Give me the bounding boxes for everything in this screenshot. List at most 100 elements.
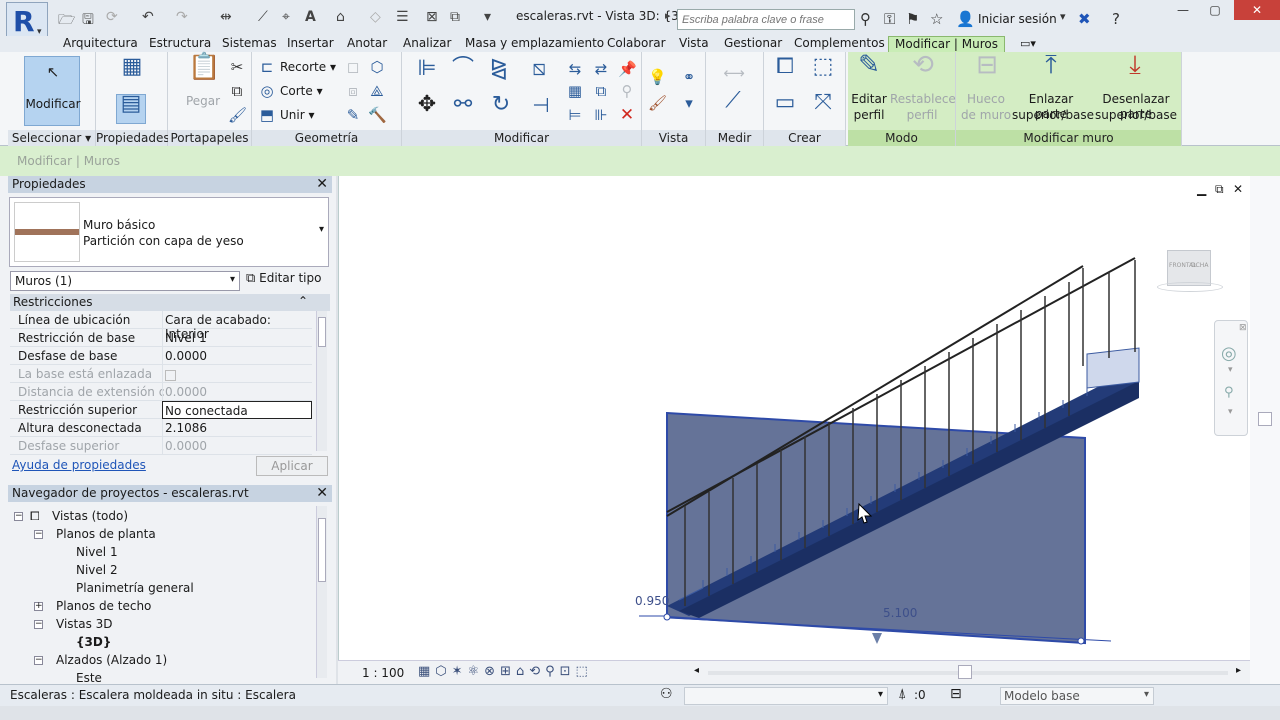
tab-analizar[interactable]: Analizar xyxy=(397,36,457,53)
demolish-icon[interactable]: ⧈ xyxy=(344,82,362,100)
trim-multiple-icon[interactable]: ⊪ xyxy=(592,106,610,124)
reset-profile-button[interactable]: ⟲ Restablecer perfil xyxy=(890,52,961,130)
create-parts-icon[interactable]: ⬚ xyxy=(808,56,838,88)
type-properties-icon[interactable]: ▦ xyxy=(118,56,146,86)
scroll-left-icon[interactable]: ◂ xyxy=(694,665,699,676)
scale-icon[interactable]: ⧉ xyxy=(592,82,610,100)
redo-icon[interactable]: ↷ xyxy=(176,9,188,25)
properties-palette-icon[interactable]: ▤ xyxy=(116,93,146,124)
tab-arquitectura[interactable]: Arquitectura xyxy=(57,36,144,53)
wall-opening-button[interactable]: ⊟ Hueco de muro xyxy=(960,52,1012,130)
view-scale[interactable]: 1 : 100 xyxy=(362,666,404,680)
binoculars-icon[interactable]: ⚲ xyxy=(860,10,871,28)
zoom-icon[interactable]: ⚲ xyxy=(1224,385,1234,400)
hammer-icon[interactable]: 🔨 xyxy=(368,106,387,124)
delete-icon[interactable]: ✕ xyxy=(618,106,636,124)
ribbon-minimize-icon[interactable]: ▭▾ xyxy=(1014,36,1042,53)
tree-node-site-plan[interactable]: Planimetría general xyxy=(76,581,194,595)
pin-icon[interactable]: 📌 xyxy=(618,60,637,78)
align-icon[interactable]: ⊫ xyxy=(414,58,440,86)
tree-node-nivel-2[interactable]: Nivel 2 xyxy=(76,563,118,577)
switch-windows-icon[interactable]: ⧉ xyxy=(450,9,460,25)
tab-sistemas[interactable]: Sistemas xyxy=(216,36,283,53)
design-options-icon[interactable]: ⊟ xyxy=(950,686,962,702)
viewcube[interactable]: FRONTAL DCHA xyxy=(1157,246,1223,294)
element-filter-select[interactable]: Muros (1) ▾ xyxy=(10,271,240,291)
close-button[interactable]: ✕ xyxy=(1234,0,1280,20)
close-icon[interactable]: ✕ xyxy=(316,485,328,502)
prop-row-base-constraint[interactable]: Restricción de base Nivel 1 xyxy=(10,329,312,347)
mirror-draw-icon[interactable]: ⧅ xyxy=(526,58,552,86)
split-gap-icon[interactable]: ⇄ xyxy=(592,60,610,78)
prop-row-top-constraint[interactable]: Restricción superior No conectada xyxy=(10,401,312,419)
split-element-icon[interactable]: ⇆ xyxy=(566,60,584,78)
properties-help-link[interactable]: Ayuda de propiedades xyxy=(12,458,146,472)
view-dropdown-icon[interactable]: ▾ xyxy=(680,94,698,112)
properties-scrollbar[interactable] xyxy=(316,311,327,451)
workset-select[interactable]: ▾ xyxy=(684,687,888,705)
text-icon[interactable]: A xyxy=(305,9,316,25)
cut-label[interactable]: Corte ▾ xyxy=(280,84,323,98)
wall-joins-icon[interactable]: ⟁ xyxy=(368,82,386,100)
view-controls-icons[interactable]: ▦⬡✶⚛⊗⊞⌂⟲⚲⊡⬚ xyxy=(418,664,593,679)
sync-icon[interactable]: ⟳ xyxy=(106,9,118,25)
tab-anotar[interactable]: Anotar xyxy=(341,36,393,53)
tab-estructura[interactable]: Estructura xyxy=(143,36,217,53)
tab-masa[interactable]: Masa y emplazamiento xyxy=(459,36,610,53)
horizontal-scroll-thumb[interactable] xyxy=(958,665,972,679)
paste-icon[interactable]: 📋 xyxy=(188,54,220,88)
tab-vista[interactable]: Vista xyxy=(673,36,715,53)
measure-between-icon[interactable]: ⟷ xyxy=(714,64,754,82)
undo-icon[interactable]: ↶ xyxy=(142,9,154,25)
apply-button[interactable]: Aplicar xyxy=(256,456,328,476)
prop-row-base-offset[interactable]: Desfase de base 0.0000 xyxy=(10,347,312,365)
scroll-right-icon[interactable]: ▸ xyxy=(1236,665,1241,676)
cope-icon[interactable]: ⊏ xyxy=(258,58,276,76)
dimension-left-value[interactable]: 0.950 xyxy=(635,594,669,608)
detach-top-base-button[interactable]: ⤓ Desenlazar parte superior/base xyxy=(1090,52,1182,130)
help-icon[interactable]: ? xyxy=(1112,10,1120,28)
tree-node-3d-active[interactable]: {3D} xyxy=(76,635,111,649)
tab-insertar[interactable]: Insertar xyxy=(281,36,340,53)
match-properties-icon[interactable]: 🖌 xyxy=(228,106,247,124)
tree-node-nivel-1[interactable]: Nivel 1 xyxy=(76,545,118,559)
dimension-bottom-value[interactable]: 5.100 xyxy=(883,606,917,620)
communication-icon[interactable]: ⚑ xyxy=(906,10,919,28)
edit-profile-button[interactable]: ✎ Editar perfil xyxy=(848,52,890,130)
subscription-icon[interactable]: ⚿ xyxy=(884,10,895,28)
edit-type-button[interactable]: ⧉ Editar tipo xyxy=(246,271,321,286)
create-assembly-icon[interactable]: ⧠ xyxy=(770,56,800,88)
search-input[interactable] xyxy=(677,9,855,30)
thin-lines-icon[interactable]: ☰ xyxy=(396,9,409,25)
tab-gestionar[interactable]: Gestionar xyxy=(718,36,788,53)
linework-icon[interactable]: ✎ xyxy=(344,106,362,124)
array-icon[interactable]: ▦ xyxy=(566,82,584,100)
split-face-icon[interactable]: ◻ xyxy=(344,58,362,76)
chevron-down-icon[interactable]: ▾ xyxy=(1228,407,1233,417)
rotate-icon[interactable]: ↻ xyxy=(488,94,514,122)
close-hidden-icon[interactable]: ⊠ xyxy=(426,9,438,25)
exchange-apps-icon[interactable]: ✖ xyxy=(1078,10,1091,28)
prop-row-location-line[interactable]: Línea de ubicación Cara de acabado: Inter… xyxy=(10,311,312,341)
prop-row-unconnected-height[interactable]: Altura desconectada 2.1086 xyxy=(10,419,312,437)
trim-extend-icon[interactable]: ⊣ xyxy=(528,95,554,122)
chevron-down-icon[interactable]: ▾ xyxy=(1228,365,1233,375)
join-icon[interactable]: ⬒ xyxy=(258,106,276,124)
chevron-down-icon[interactable]: ▾ xyxy=(319,224,324,235)
customize-toolbar-icon[interactable]: ▾ xyxy=(484,9,491,25)
design-option-select[interactable]: Modelo base ▾ xyxy=(1000,687,1154,705)
top-constraint-field[interactable]: No conectada xyxy=(162,401,312,419)
cope-label[interactable]: Recorte ▾ xyxy=(280,60,336,74)
default-3d-icon[interactable]: ⌂ xyxy=(336,9,345,25)
scroll-thumb[interactable] xyxy=(318,317,326,347)
create-group-icon[interactable]: ▭ xyxy=(770,92,800,124)
close-icon[interactable]: ⊠ xyxy=(1239,323,1247,333)
section-icon[interactable]: ◇ xyxy=(370,9,381,25)
restore-button[interactable]: ▢ xyxy=(1196,0,1234,20)
filter-icon[interactable]: ⍋ xyxy=(898,686,906,702)
browser-scrollbar[interactable] xyxy=(316,506,327,678)
cut-icon[interactable]: ✂ xyxy=(228,58,246,76)
join-label[interactable]: Unir ▾ xyxy=(280,108,315,122)
create-similar-icon[interactable]: ⤧ xyxy=(808,92,838,124)
tree-node-este[interactable]: Este xyxy=(76,671,102,685)
